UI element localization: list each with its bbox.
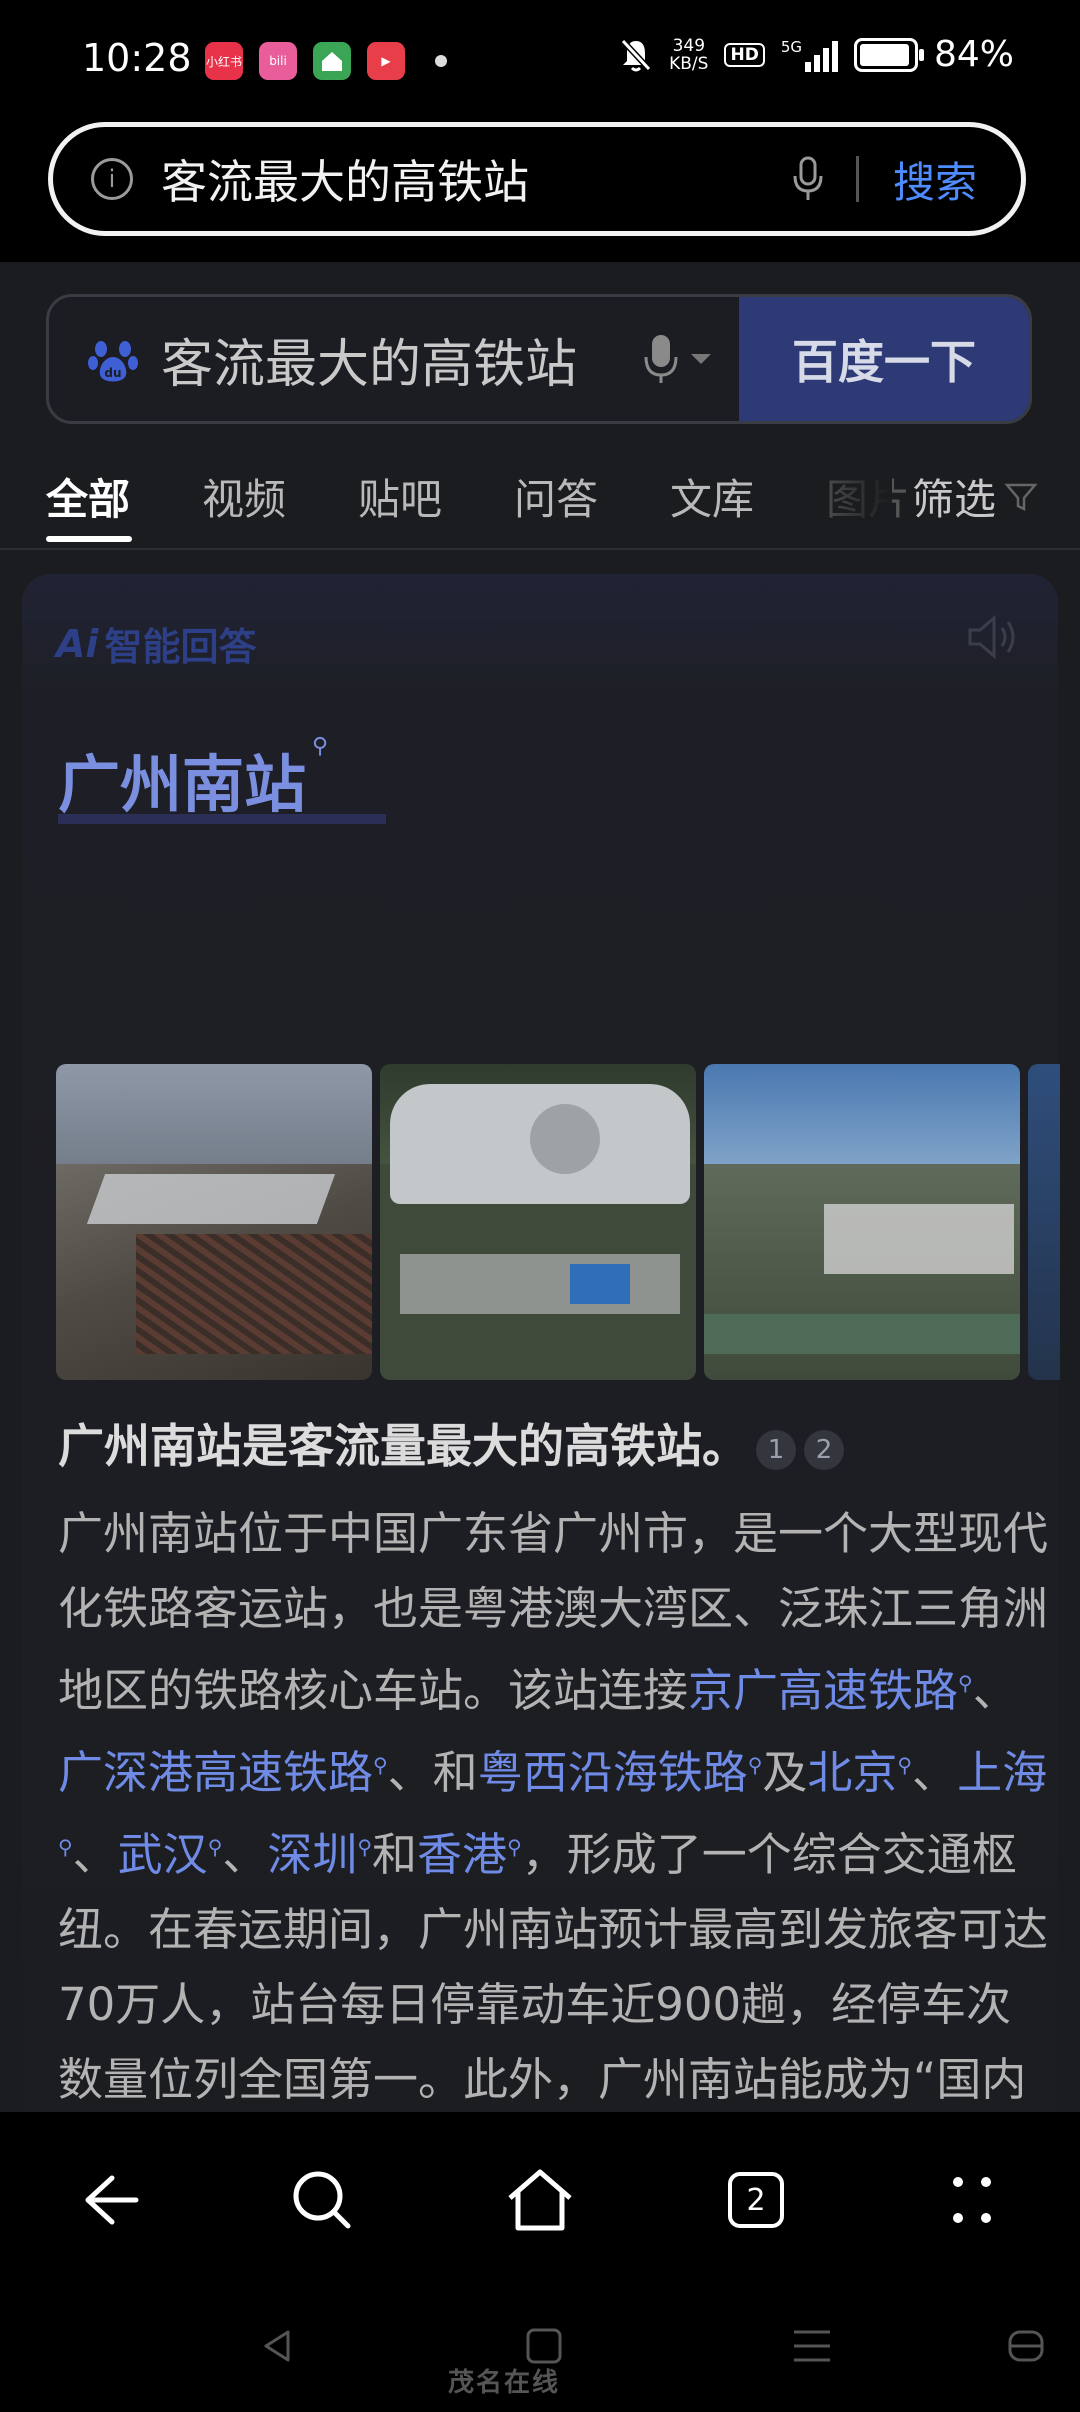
info-icon[interactable]: i: [91, 158, 133, 200]
body-text-segment: 、: [222, 1828, 268, 1881]
entity-link[interactable]: 香港: [417, 1828, 507, 1881]
body-text-segment: 、: [72, 1828, 118, 1881]
search-icon: ⚲: [312, 734, 329, 759]
hd-badge: HD: [724, 42, 765, 67]
entity-link-wrap[interactable]: 京广高速铁路⚲: [688, 1664, 973, 1717]
back-arrow-icon[interactable]: [68, 2160, 148, 2240]
entity-link[interactable]: 武汉: [118, 1828, 208, 1881]
answer-title[interactable]: 广州南站⚲: [58, 734, 328, 824]
search-icon: ⚲: [747, 1753, 763, 1777]
mute-bell-icon: [620, 38, 652, 71]
entity-link-wrap[interactable]: 香港⚲: [417, 1828, 522, 1881]
system-back-icon[interactable]: [256, 2324, 300, 2368]
citation-2[interactable]: 2: [804, 1429, 844, 1470]
watermark: 茂名在线: [448, 2368, 561, 2398]
home-icon[interactable]: [500, 2160, 580, 2240]
more-notifications-dot: [435, 55, 447, 67]
battery-icon: [853, 37, 924, 72]
baidu-search-button[interactable]: 百度一下: [739, 297, 1029, 421]
ai-answer-logo: Ai 智能回答: [56, 621, 257, 670]
entity-link-wrap[interactable]: 武汉⚲: [118, 1828, 223, 1881]
body-text-segment: 及: [762, 1746, 808, 1799]
image-gallery[interactable]: [56, 1064, 1060, 1380]
tab-qa[interactable]: 问答: [514, 466, 598, 527]
search-icon: ⚲: [207, 1835, 223, 1859]
browser-search-bar[interactable]: i 客流最大的高铁站 搜索: [48, 122, 1026, 236]
tab-all[interactable]: 全部: [46, 466, 130, 527]
tab-fade: [812, 452, 892, 542]
baidu-search-box[interactable]: du 客流最大的高铁站 百度一下: [46, 294, 1032, 424]
search-icon: ⚲: [58, 1835, 73, 1859]
body-text-segment: 、和: [387, 1746, 478, 1799]
entity-link[interactable]: 京广高速铁路: [688, 1664, 958, 1717]
body-text-segment: 和: [372, 1828, 418, 1881]
search-icon[interactable]: [282, 2160, 362, 2240]
browser-search-button[interactable]: 搜索: [893, 149, 977, 210]
result-tabs: 全部 视频 贴吧 问答 文库 图片 筛选: [0, 452, 1080, 550]
bilibili-icon: bili: [259, 42, 297, 80]
filter-icon: [1004, 483, 1038, 511]
browser-nav-bar: 2: [0, 2112, 1080, 2282]
station-image-3[interactable]: [704, 1064, 1020, 1380]
ai-answer-card: Ai 智能回答 广州南站⚲ 广州南站是客流量最大的高铁站。 1 2 广州南站位于…: [22, 574, 1060, 2112]
svg-text:du: du: [104, 366, 121, 380]
baidu-query-text[interactable]: 客流最大的高铁站: [161, 322, 641, 397]
search-icon: ⚲: [958, 1671, 973, 1695]
accessibility-icon[interactable]: [1004, 2324, 1048, 2368]
tab-video[interactable]: 视频: [202, 466, 286, 527]
home-app-icon: [313, 42, 351, 80]
tabs-button[interactable]: 2: [716, 2160, 796, 2240]
answer-body: 广州南站位于中国广东省广州市，是一个大型现代化铁路客运站，也是粤港澳大湾区、泛珠…: [58, 1496, 1048, 2112]
entity-link[interactable]: 粤西沿海铁路: [478, 1746, 748, 1799]
battery-percent: 84%: [933, 34, 1014, 75]
ai-logo-icon: Ai: [56, 621, 99, 666]
tab-count: 2: [728, 2172, 784, 2228]
more-menu-icon[interactable]: [932, 2160, 1012, 2240]
search-icon: ⚲: [357, 1835, 373, 1859]
answer-summary: 广州南站是客流量最大的高铁站。 1 2: [58, 1410, 844, 1476]
search-icon: ⚲: [373, 1753, 388, 1777]
station-image-1[interactable]: [56, 1064, 372, 1380]
search-results-page: du 客流最大的高铁站 百度一下 全部 视频 贴吧 问答 文库 图片 筛选 Ai…: [0, 262, 1080, 2112]
status-time: 10:28: [82, 36, 192, 80]
speaker-icon[interactable]: [964, 610, 1024, 664]
station-image-2[interactable]: [380, 1064, 696, 1380]
signal-icon: 5G: [781, 38, 838, 72]
xiaohongshu-icon: 小红书: [205, 42, 243, 80]
entity-link-wrap[interactable]: 广深港高速铁路⚲: [58, 1746, 388, 1799]
body-text-segment: 、: [912, 1746, 958, 1799]
system-nav-bar: 茂名在线: [0, 2282, 1080, 2412]
entity-link-wrap[interactable]: 粤西沿海铁路⚲: [478, 1746, 763, 1799]
entity-link-wrap[interactable]: 北京⚲: [807, 1746, 912, 1799]
body-text-segment: 、: [972, 1664, 1018, 1717]
station-image-4[interactable]: [1028, 1064, 1060, 1380]
notification-app-icons: 小红书 bili ▶: [205, 42, 447, 80]
filter-button[interactable]: 筛选: [912, 466, 1038, 527]
status-bar: 10:28 小红书 bili ▶ 349 KB/S HD 5G 84%: [0, 0, 1080, 120]
search-icon: ⚲: [507, 1835, 522, 1859]
voice-search-icon[interactable]: [641, 331, 681, 387]
browser-query-text[interactable]: 客流最大的高铁站: [161, 146, 790, 212]
search-icon: ⚲: [897, 1753, 913, 1777]
entity-link[interactable]: 北京: [807, 1746, 897, 1799]
citation-1[interactable]: 1: [756, 1429, 796, 1470]
system-recents-icon[interactable]: [790, 2324, 834, 2368]
tab-wenku[interactable]: 文库: [670, 466, 754, 527]
entity-link[interactable]: 上海: [957, 1746, 1047, 1799]
divider: [855, 156, 859, 202]
entity-link[interactable]: 广深港高速铁路: [58, 1746, 373, 1799]
status-right: 349 KB/S HD 5G 84%: [619, 34, 1014, 75]
network-speed: 349 KB/S: [669, 35, 709, 74]
tab-tieba[interactable]: 贴吧: [358, 466, 442, 527]
chevron-down-icon[interactable]: [691, 354, 711, 364]
active-tab-indicator: [46, 536, 132, 542]
microphone-icon[interactable]: [790, 154, 826, 204]
entity-link-wrap[interactable]: 深圳⚲: [267, 1828, 372, 1881]
entity-link[interactable]: 深圳: [267, 1828, 357, 1881]
baidu-paw-icon: du: [88, 341, 138, 382]
video-app-icon: ▶: [367, 42, 405, 80]
